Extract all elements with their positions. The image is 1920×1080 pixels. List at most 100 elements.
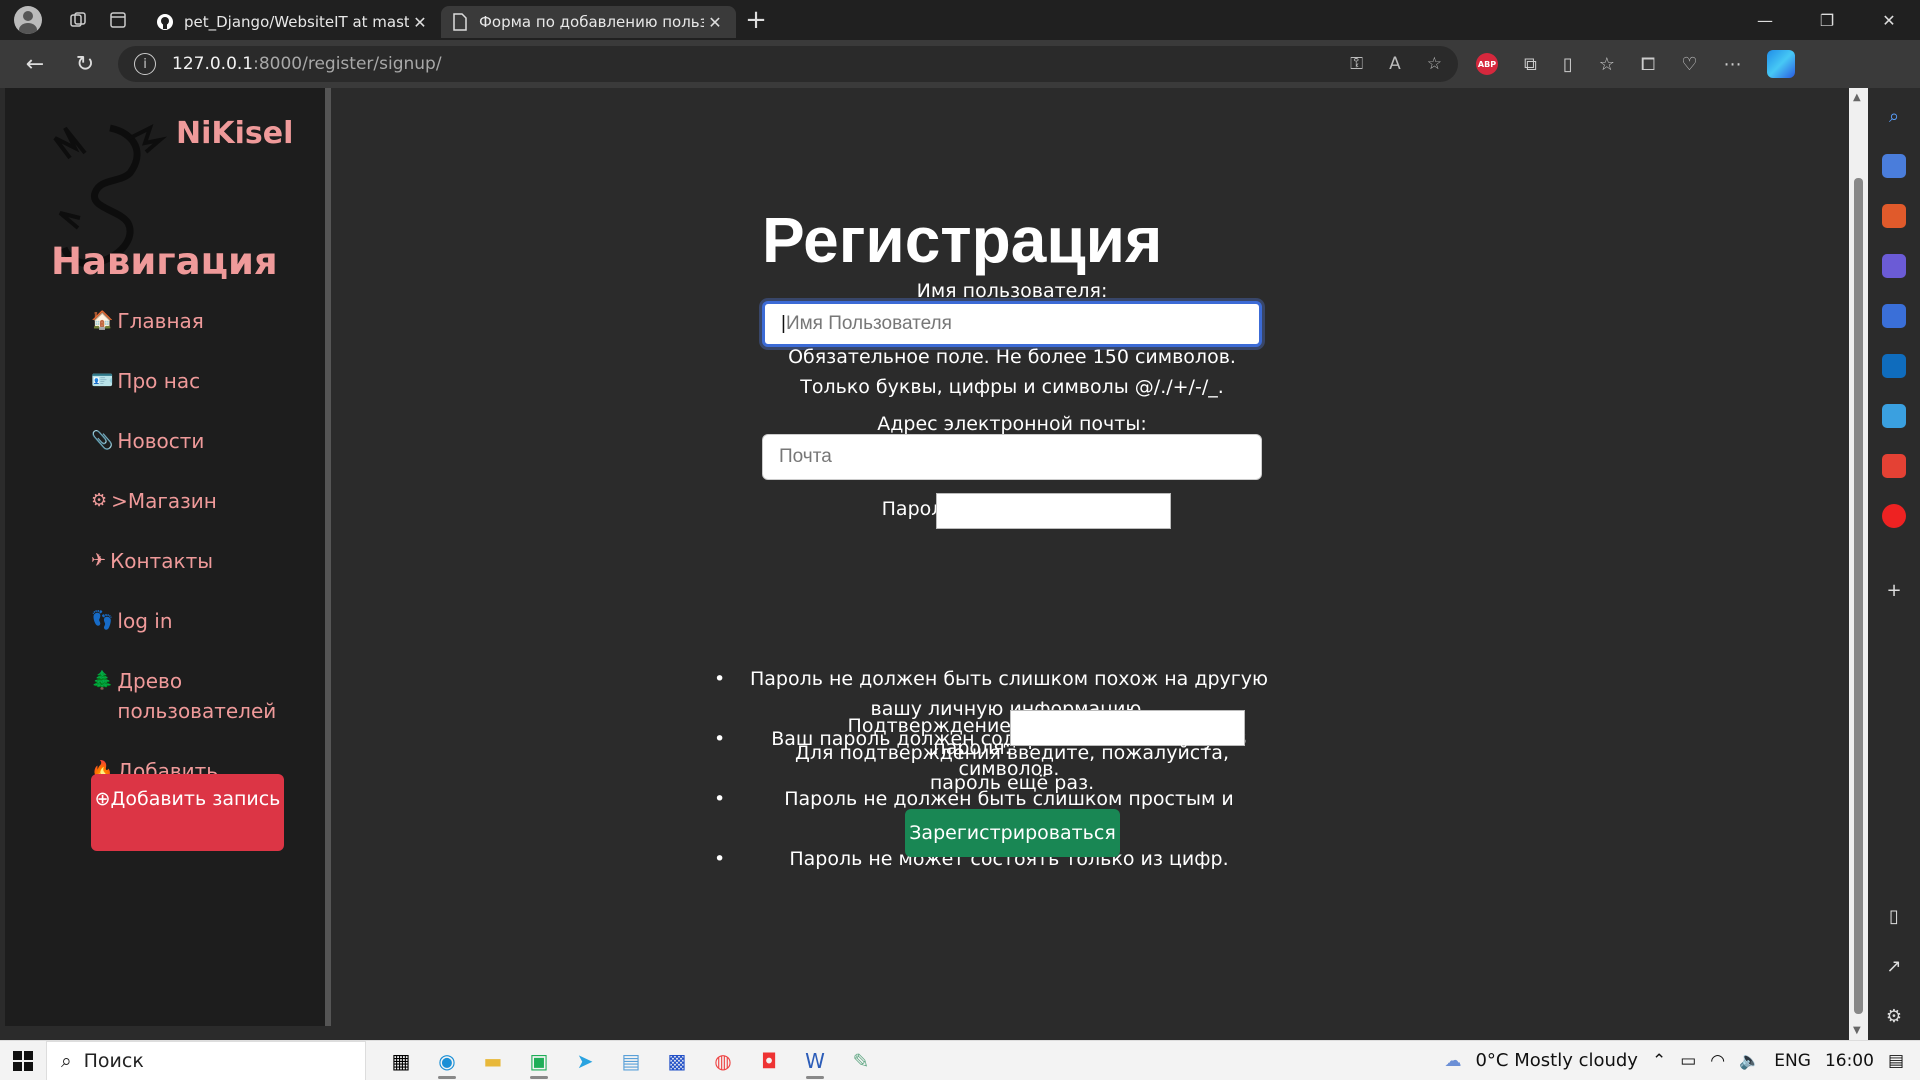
notification-icon[interactable]: ▤ [1888,1051,1904,1071]
key-icon[interactable]: ⚿ [1350,54,1363,74]
youtube-music-icon[interactable] [1882,504,1906,528]
nav-item-about[interactable]: 🪪 Про нас [91,366,271,396]
search-icon[interactable]: ⌕ [1882,104,1906,128]
browser-tabbar: pet_Django/WebsiteIT at master ✕ Форма п… [0,0,1920,40]
tools-icon[interactable] [1882,204,1906,228]
username-label: Имя пользователя: [916,280,1108,302]
settings-gear-icon[interactable]: ⚙ [1882,1004,1906,1028]
nav-label: Главная [117,309,204,333]
shopping-tag-icon[interactable] [1882,154,1906,178]
pocket-icon[interactable]: ◘ [746,1041,792,1080]
nav-item-user-tree[interactable]: 🌲 Древо пользователей [91,666,276,726]
window-controls: — ❐ ✕ [1734,0,1920,40]
language-indicator[interactable]: ENG [1774,1051,1811,1071]
battery-icon: ▭ [1680,1050,1697,1071]
windows-start-icon[interactable] [0,1050,46,1071]
page-scrollbar[interactable]: ▲ ▼ [1849,88,1868,1040]
system-tray: ☁ 0°C Mostly cloudy ⌃ ▭ ◠ 🔈 ENG 16:00 ▤ [1444,1050,1920,1071]
save-app-icon[interactable]: ▩ [654,1041,700,1080]
favorite-star-icon[interactable]: ☆ [1427,54,1442,74]
vertical-tabs-icon[interactable] [98,0,138,40]
extensions-area: ABP ⧉ ▯ ☆ ⧠ ♡ ⋯ [1476,50,1796,78]
close-icon[interactable]: ✕ [704,13,726,32]
close-window-icon[interactable]: ✕ [1858,0,1920,40]
page-viewport: NiKisel Навигация 🏠 Главная 🪪 Про нас 📎 Нов… [0,88,1880,1040]
tab-github[interactable]: pet_Django/WebsiteIT at master ✕ [146,6,441,38]
new-tab-button[interactable]: + [736,5,776,35]
wifi-icon[interactable]: ◠ [1710,1051,1725,1071]
notepad-icon[interactable]: ▤ [608,1041,654,1080]
health-icon[interactable]: ♡ [1681,54,1697,75]
address-bar[interactable]: i 127.0.0.1 :8000/register/signup/ ⚿ A ☆ [118,46,1458,82]
nav-item-shop[interactable]: ⚙ >Магазин [91,486,271,516]
address-actions: ⚿ A ☆ [1350,54,1442,74]
nav-item-contacts[interactable]: ✈ Контакты [91,546,271,576]
volume-icon[interactable]: 🔈 [1739,1051,1760,1071]
email-input[interactable]: Почта [762,434,1262,480]
id-card-icon: 🪪 [91,370,114,391]
edge-browser-icon[interactable]: ◉ [424,1041,470,1080]
read-aloud-icon[interactable]: A [1389,54,1401,74]
scroll-thumb[interactable] [1854,178,1863,1014]
nav-label: Древо пользователей [117,669,277,723]
restore-icon[interactable]: ❐ [1796,0,1858,40]
weather-cloud-icon[interactable]: ☁ [1444,1051,1461,1071]
github-icon [156,13,174,31]
home-icon: 🏠 [91,310,114,331]
more-menu-icon[interactable]: ⋯ [1723,54,1741,75]
weather-text[interactable]: 0°C Mostly cloudy [1475,1050,1638,1071]
nav-label: Про нас [117,369,201,393]
task-view-icon[interactable]: ▦ [378,1041,424,1080]
sidebar: NiKisel Навигация 🏠 Главная 🪪 Про нас 📎 Нов… [5,88,331,1026]
chevron-up-icon[interactable]: ⌃ [1652,1051,1666,1071]
scroll-up-icon[interactable]: ▲ [1853,92,1861,103]
collections-icon[interactable]: ⧠ [1641,54,1655,75]
username-input[interactable]: | Имя Пользователя [762,301,1262,347]
outlook-icon[interactable] [1882,354,1906,378]
refresh-button[interactable]: ↻ [60,44,110,84]
scroll-down-icon[interactable]: ▼ [1853,1025,1861,1036]
profile-avatar[interactable] [14,6,42,34]
taskbar-search[interactable]: ⌕ Поиск [46,1040,366,1080]
add-post-button[interactable]: ⊕Добавить запись [91,774,284,851]
split-screen-icon[interactable]: ▯ [1563,54,1573,75]
close-icon[interactable]: ✕ [409,13,431,32]
page-title: Регистрация [762,204,1163,276]
extensions-puzzle-icon[interactable]: ⧉ [1524,54,1537,75]
site-info-icon[interactable]: i [134,53,156,75]
nav-item-login[interactable]: 👣 log in [91,606,271,636]
clock[interactable]: 16:00 [1825,1051,1874,1071]
address-toolbar: ← ↻ i 127.0.0.1 :8000/register/signup/ ⚿… [0,40,1920,88]
minimize-icon[interactable]: — [1734,0,1796,40]
nav-item-home[interactable]: 🏠 Главная [91,306,271,336]
chrome-icon[interactable]: ◍ [700,1041,746,1080]
word-icon[interactable]: W [792,1041,838,1080]
add-icon[interactable]: + [1882,578,1906,602]
gmail-icon[interactable] [1882,454,1906,478]
main-content: Регистрация Имя пользователя: | Имя Польз… [331,88,1849,1040]
copilot-icon[interactable] [1767,50,1796,78]
file-explorer-icon[interactable]: ▬ [470,1041,516,1080]
copilot-app-icon[interactable] [1882,304,1906,328]
open-external-icon[interactable]: ↗ [1882,954,1906,978]
back-button[interactable]: ← [10,44,60,84]
send-icon[interactable] [1882,404,1906,428]
tab-signup[interactable]: Форма по добавлению пользователя ✕ [441,6,736,38]
nav-item-news[interactable]: 📎 Новости [91,426,271,456]
pycharm-icon[interactable]: ▣ [516,1041,562,1080]
telegram-icon[interactable]: ➤ [562,1041,608,1080]
favorites-icon[interactable]: ☆ [1599,54,1615,75]
workspaces-icon[interactable] [58,0,98,40]
sidebar-toggle-icon[interactable]: ▯ [1882,904,1906,928]
password-input[interactable] [936,493,1171,529]
nav-label: Новости [117,429,205,453]
adblock-icon[interactable]: ABP [1476,53,1498,75]
tab-title: Форма по добавлению пользователя [479,13,704,31]
brush-icon[interactable]: ✎ [838,1041,884,1080]
add-post-label: Добавить запись [110,788,281,810]
url-path: :8000/register/signup/ [253,54,442,74]
taskbar-apps: ▦ ◉ ▬ ▣ ➤ ▤ ▩ ◍ ◘ W ✎ [378,1041,884,1080]
games-icon[interactable] [1882,254,1906,278]
register-button[interactable]: Зарегистрироваться [905,809,1120,857]
brand-name[interactable]: NiKisel [176,116,293,151]
